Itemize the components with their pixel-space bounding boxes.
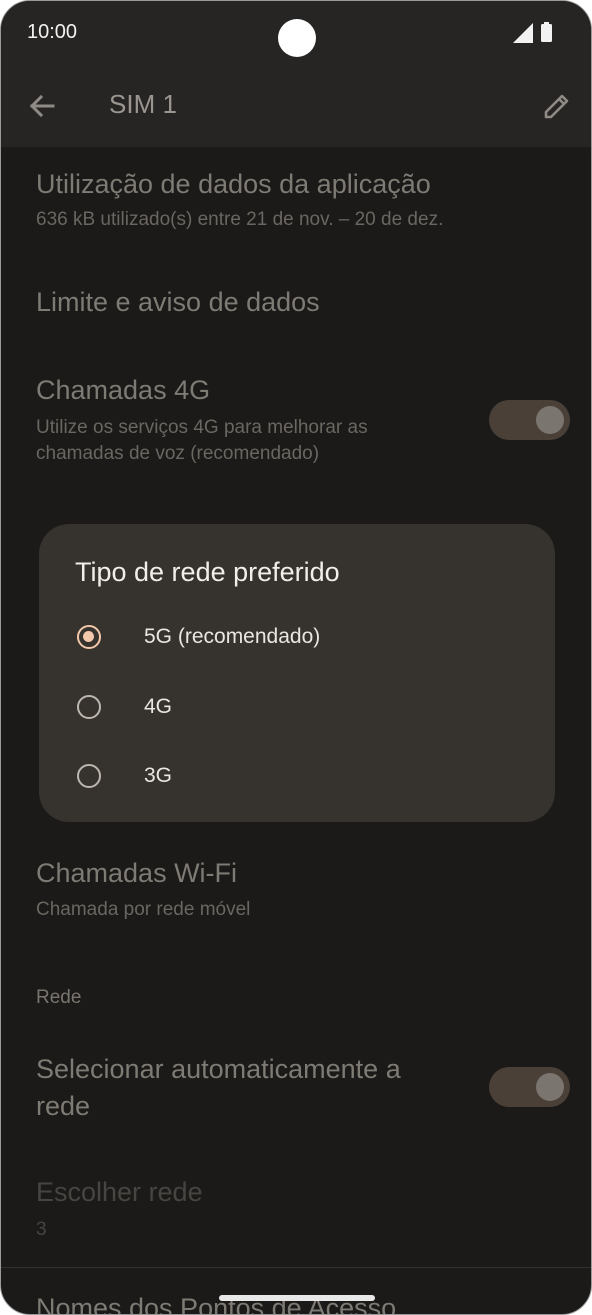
item-title: Chamadas Wi-Fi [36, 858, 238, 888]
settings-screen: 10:00 SIM 1 Utilização de dados da aplic… [1, 1, 591, 1314]
toggle-knob [536, 1073, 564, 1101]
toggle-knob [536, 406, 564, 434]
item-title: Selecionar automaticamente a rede [36, 1054, 401, 1121]
status-time: 10:00 [27, 21, 78, 43]
camera-cutout [278, 19, 316, 57]
radio-unselected-icon[interactable] [77, 695, 101, 719]
page-title: SIM 1 [109, 89, 177, 119]
dialog-title: Tipo de rede preferido [75, 557, 340, 587]
option-3g[interactable]: 3G [39, 749, 555, 809]
phone-frame: 10:00 SIM 1 Utilização de dados da aplic… [0, 0, 592, 1315]
item-subtitle: Chamada por rede móvel [36, 899, 251, 920]
item-subtitle: Utilize os serviços 4G para melhorar as … [36, 417, 368, 464]
item-title: Limite e aviso de dados [36, 287, 320, 317]
option-5g[interactable]: 5G (recomendado) [39, 610, 555, 670]
item-subtitle: 3 [36, 1219, 47, 1240]
option-label: 5G (recomendado) [144, 625, 321, 648]
pencil-icon[interactable] [541, 90, 573, 122]
status-bar: 10:00 [1, 1, 591, 65]
app-bar: SIM 1 [1, 65, 591, 147]
option-label: 3G [144, 764, 173, 787]
option-label: 4G [144, 695, 173, 718]
signal-icon [513, 23, 533, 43]
gesture-nav-handle[interactable] [219, 1295, 375, 1301]
item-title: Escolher rede [36, 1177, 203, 1207]
item-title: Chamadas 4G [36, 375, 211, 405]
list-divider [1, 1267, 591, 1268]
option-4g[interactable]: 4G [39, 680, 555, 740]
radio-dot [83, 631, 94, 642]
auto-select-toggle[interactable] [489, 1067, 570, 1107]
calls-4g-toggle[interactable] [489, 400, 570, 440]
item-title: Utilização de dados da aplicação [36, 169, 431, 199]
item-subtitle: 636 kB utilizado(s) entre 21 de nov. – 2… [36, 209, 444, 230]
back-arrow-icon[interactable] [27, 91, 57, 121]
battery-icon [541, 22, 552, 42]
section-header-network: Rede [36, 987, 82, 1008]
radio-unselected-icon[interactable] [77, 764, 101, 788]
radio-selected-icon[interactable] [77, 625, 101, 649]
preferred-network-dialog: Tipo de rede preferido 5G (recomendado) … [39, 524, 555, 822]
